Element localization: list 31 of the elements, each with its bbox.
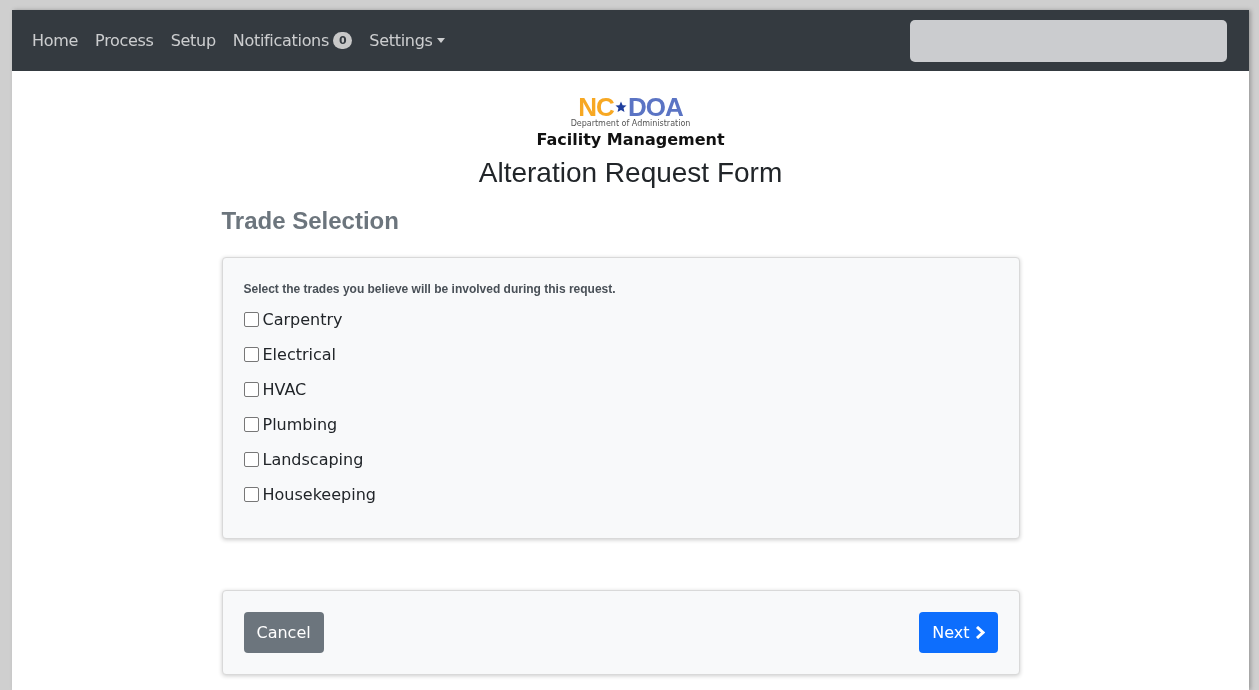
checkbox-label[interactable]: Electrical bbox=[262, 345, 337, 364]
cancel-button[interactable]: Cancel bbox=[243, 612, 324, 653]
search-field[interactable] bbox=[910, 19, 1227, 62]
checkbox[interactable] bbox=[243, 417, 259, 432]
instruction-text: Select the trades you believe will be involved during this request. bbox=[243, 282, 617, 296]
checkbox-label[interactable]: Landscaping bbox=[262, 450, 364, 469]
checkbox-label[interactable]: Housekeeping bbox=[262, 485, 376, 504]
checkbox[interactable] bbox=[243, 452, 259, 467]
nav-link[interactable]: Settings bbox=[361, 31, 454, 50]
logo-text: NC bbox=[578, 95, 614, 119]
checkbox[interactable] bbox=[243, 312, 259, 327]
caret-icon bbox=[436, 38, 445, 43]
page-title: Alteration Request Form bbox=[477, 157, 784, 189]
nav-link[interactable]: Home bbox=[32, 31, 88, 50]
nav-link[interactable]: Notifications 0 bbox=[224, 31, 362, 50]
checkbox[interactable] bbox=[243, 487, 259, 502]
next-button[interactable]: Next bbox=[919, 612, 998, 653]
logo-text: DOA bbox=[627, 95, 683, 119]
star-icon bbox=[614, 101, 627, 113]
nav-link[interactable]: Process bbox=[87, 31, 163, 50]
checkbox-label[interactable]: HVAC bbox=[262, 380, 307, 399]
checkbox-label[interactable]: Plumbing bbox=[262, 415, 338, 434]
logo-subtitle: Department of Administration bbox=[570, 119, 691, 128]
checkbox[interactable] bbox=[243, 347, 259, 362]
division-name: Facility Management bbox=[536, 130, 725, 149]
chevron-right-icon bbox=[974, 626, 985, 639]
checkbox-label[interactable]: Carpentry bbox=[262, 310, 343, 329]
nav-link[interactable]: Setup bbox=[162, 31, 225, 50]
checkbox[interactable] bbox=[243, 382, 259, 397]
section-title: Trade Selection bbox=[221, 207, 400, 235]
count-badge: 0 bbox=[333, 32, 353, 49]
